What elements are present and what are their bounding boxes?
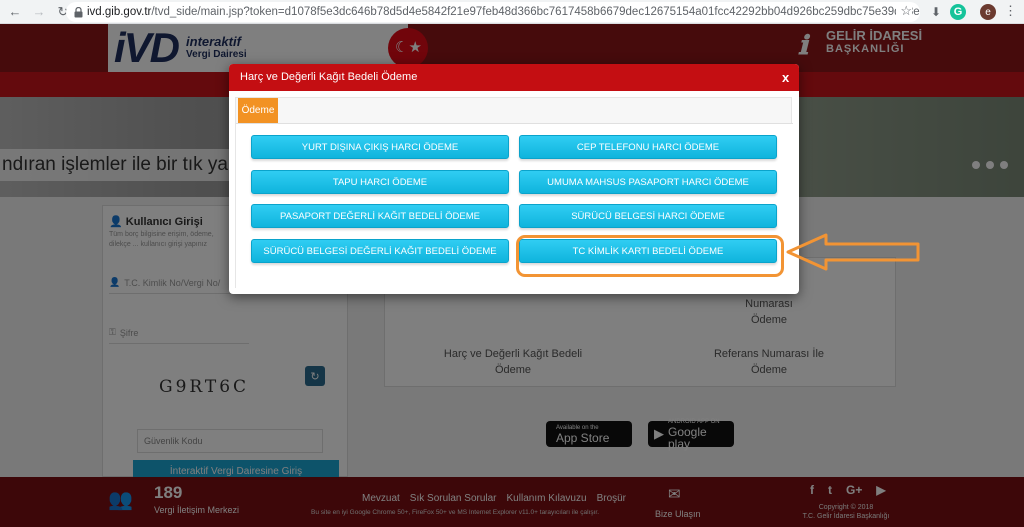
umuma-mahsus-pasaport-harci-button[interactable]: UMUMA MAHSUS PASAPORT HARCI ÖDEME: [519, 170, 777, 194]
cep-telefonu-harci-button[interactable]: CEP TELEFONU HARCI ÖDEME: [519, 135, 777, 159]
modal-header: Harç ve Değerli Kağıt Bedeli Ödeme x: [229, 64, 799, 91]
close-button[interactable]: x: [782, 70, 789, 85]
address-bar[interactable]: ivd.gib.gov.tr/tvd_side/main.jsp?token=d…: [66, 2, 920, 22]
pointer-arrow-icon: [786, 233, 920, 271]
browser-toolbar: ← → ↻ ivd.gib.gov.tr/tvd_side/main.jsp?t…: [0, 0, 1024, 24]
grammarly-extension-icon[interactable]: G: [950, 4, 966, 20]
lock-icon: [74, 6, 83, 18]
url-host: ivd.gib.gov.tr: [87, 6, 152, 18]
modal-title: Harç ve Değerli Kağıt Bedeli Ödeme: [240, 71, 418, 83]
url-path: /tvd_side/main.jsp?token=d1078f5e3dc646b…: [151, 6, 920, 18]
surucu-belgesi-degerli-kagit-button[interactable]: SÜRÜCÜ BELGESİ DEĞERLİ KAĞIT BEDELİ ÖDEM…: [251, 239, 509, 263]
forward-icon[interactable]: →: [30, 3, 48, 21]
download-icon[interactable]: ⬇: [928, 4, 944, 20]
surucu-belgesi-harci-button[interactable]: SÜRÜCÜ BELGESİ HARCI ÖDEME: [519, 204, 777, 228]
pasaport-degerli-kagit-button[interactable]: PASAPORT DEĞERLİ KAĞIT BEDELİ ÖDEME: [251, 204, 509, 228]
bookmark-star-icon[interactable]: ☆: [896, 3, 912, 19]
highlight-box: [516, 235, 784, 277]
tapu-harci-button[interactable]: TAPU HARCI ÖDEME: [251, 170, 509, 194]
profile-avatar[interactable]: e: [980, 4, 996, 20]
yurt-disina-cikis-harci-button[interactable]: YURT DIŞINA ÇIKIŞ HARCI ÖDEME: [251, 135, 509, 159]
tab-odeme[interactable]: Ödeme: [238, 98, 278, 123]
back-icon[interactable]: ←: [6, 3, 24, 21]
browser-menu-icon[interactable]: ⋮: [1004, 3, 1017, 19]
